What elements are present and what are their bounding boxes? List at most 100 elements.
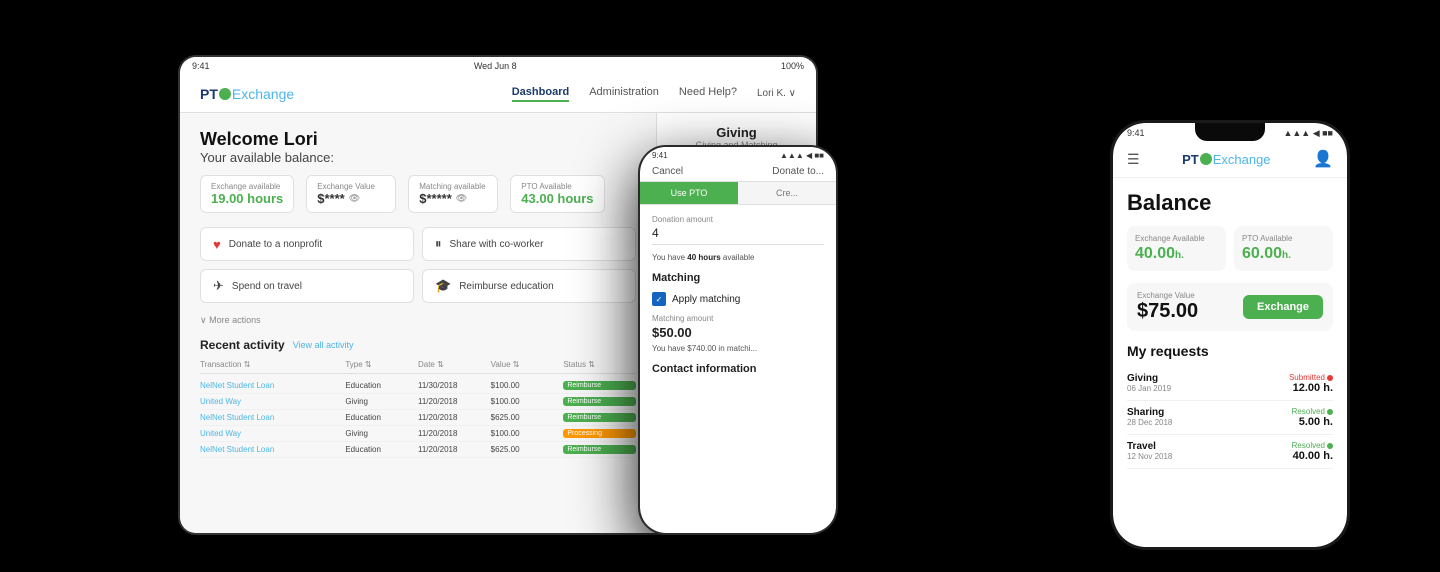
- tablet-status-bar: 9:41 Wed Jun 8 100%: [180, 57, 816, 75]
- welcome-subtitle: Your available balance:: [200, 150, 636, 165]
- table-row: NelNet Student Loan Education 11/20/2018…: [200, 442, 636, 458]
- nav-help[interactable]: Need Help?: [679, 86, 737, 102]
- balance-pto: PTO Available 43.00 hours: [510, 175, 604, 213]
- balance-exchange-value: Exchange Value $**** 👁: [306, 175, 396, 213]
- phone2-topbar: ☰ PT Exchange 👤: [1113, 145, 1347, 178]
- cancel-button[interactable]: Cancel: [652, 166, 683, 177]
- balance-exchange-available: Exchange available 19.00 hours: [200, 175, 294, 213]
- giving-title: Giving: [716, 125, 756, 140]
- action-share-label: Share with co-worker: [450, 239, 544, 250]
- phone2-body: Balance Exchange Available 40.00h. PTO A…: [1113, 178, 1347, 547]
- tab-use-pto[interactable]: Use PTO: [640, 182, 738, 204]
- tablet-nav-links: Dashboard Administration Need Help?: [512, 86, 737, 102]
- share-icon: ⏸: [435, 236, 442, 252]
- req-status-submitted: Submitted: [1289, 373, 1333, 382]
- logo-o: [219, 88, 231, 100]
- action-donate[interactable]: ♥ Donate to a nonprofit: [200, 227, 414, 261]
- logo-exchange: Exchange: [232, 86, 294, 102]
- action-education[interactable]: 🎓 Reimburse education: [422, 269, 636, 303]
- action-donate-label: Donate to a nonprofit: [229, 239, 322, 250]
- action-grid: ♥ Donate to a nonprofit ⏸ Share with co-…: [200, 227, 636, 303]
- exchange-value-card: Exchange Value $75.00 Exchange: [1127, 283, 1333, 331]
- heart-icon: ♥: [213, 237, 221, 252]
- tablet-logo: PT Exchange: [200, 86, 294, 102]
- phone2-screen: 9:41 ▲▲▲ ◀ ■■ ☰ PT Exchange 👤 Balance Ex…: [1113, 123, 1347, 547]
- table-header: Transaction ⇅ Type ⇅ Date ⇅ Value ⇅ Stat…: [200, 360, 636, 374]
- welcome-title: Welcome Lori: [200, 129, 636, 150]
- tablet-main: Welcome Lori Your available balance: Exc…: [180, 113, 656, 533]
- matching-amount-value: $50.00: [652, 325, 824, 340]
- matching-note: You have $740.00 in matchi...: [652, 344, 824, 353]
- phone1-status-bar: 9:41 ▲▲▲ ◀ ■■: [640, 147, 836, 162]
- phone2-notch: [1195, 123, 1265, 141]
- phone1-time: 9:41: [652, 151, 668, 160]
- exchange-available-label: Exchange Available: [1135, 234, 1218, 243]
- donation-amount-value[interactable]: 4: [652, 226, 824, 245]
- exchange-available-value: 40.00h.: [1135, 245, 1218, 263]
- travel-icon: ✈: [213, 278, 224, 294]
- balance-matching: Matching available $***** 👁: [408, 175, 498, 213]
- tab-cre[interactable]: Cre...: [738, 182, 836, 204]
- tablet-nav-user[interactable]: Lori K. ∨: [757, 88, 796, 99]
- tablet-time: 9:41: [192, 61, 210, 71]
- more-actions[interactable]: ∨ More actions: [200, 315, 636, 326]
- available-text: You have 40 hours available: [652, 253, 824, 262]
- balance-cards-grid: Exchange Available 40.00h. PTO Available…: [1127, 226, 1333, 271]
- person-icon[interactable]: 👤: [1313, 149, 1333, 169]
- balance-row: Exchange available 19.00 hours Exchange …: [200, 175, 636, 213]
- phone1-device: 9:41 ▲▲▲ ◀ ■■ Cancel Donate to... Use PT…: [638, 145, 838, 535]
- request-row-sharing: Sharing 28 Dec 2018 Resolved 5.00 h.: [1127, 401, 1333, 435]
- action-share[interactable]: ⏸ Share with co-worker: [422, 227, 636, 261]
- contact-info-title: Contact information: [652, 363, 824, 375]
- logo-pto: PT: [200, 86, 218, 102]
- phone1-screen: 9:41 ▲▲▲ ◀ ■■ Cancel Donate to... Use PT…: [640, 147, 836, 533]
- phone2-time: 9:41: [1127, 128, 1145, 145]
- eye-icon[interactable]: 👁: [349, 193, 360, 204]
- logo-pto-p2: PT: [1182, 152, 1199, 167]
- matching-section-title: Matching: [652, 272, 824, 284]
- phone2-logo: PT Exchange: [1182, 152, 1270, 167]
- dot-green-1: [1327, 409, 1333, 415]
- phone1-header-title: Donate to...: [772, 166, 824, 177]
- exchange-value-amount: $75.00: [1137, 300, 1198, 323]
- my-requests-title: My requests: [1127, 343, 1333, 359]
- pto-available-label: PTO Available: [1242, 234, 1325, 243]
- card-pto-available: PTO Available 60.00h.: [1234, 226, 1333, 271]
- table-row: United Way Giving 11/20/2018 $100.00 Pro…: [200, 426, 636, 442]
- apply-matching-checkbox[interactable]: ✓: [652, 292, 666, 306]
- action-travel[interactable]: ✈ Spend on travel: [200, 269, 414, 303]
- phone2-device: 9:41 ▲▲▲ ◀ ■■ ☰ PT Exchange 👤 Balance Ex…: [1110, 120, 1350, 550]
- table-row: NelNet Student Loan Education 11/30/2018…: [200, 378, 636, 394]
- table-row: NelNet Student Loan Education 11/20/2018…: [200, 410, 636, 426]
- phone1-body: Donation amount 4 You have 40 hours avai…: [640, 205, 836, 533]
- nav-dashboard[interactable]: Dashboard: [512, 86, 569, 102]
- matching-amount-label: Matching amount: [652, 314, 824, 323]
- exchange-button[interactable]: Exchange: [1243, 295, 1323, 319]
- apply-matching-row: ✓ Apply matching: [652, 292, 824, 306]
- card-exchange-available: Exchange Available 40.00h.: [1127, 226, 1226, 271]
- exchange-value-label: Exchange Value: [1137, 291, 1198, 300]
- education-icon: 🎓: [435, 278, 451, 294]
- req-status-resolved-1: Resolved: [1292, 407, 1333, 416]
- phone1-signals: ▲▲▲ ◀ ■■: [780, 151, 824, 160]
- recent-title: Recent activity: [200, 338, 285, 352]
- action-education-label: Reimburse education: [459, 281, 554, 292]
- request-row-giving: Giving 06 Jan 2019 Submitted 12.00 h.: [1127, 367, 1333, 401]
- view-all-link[interactable]: View all activity: [293, 340, 354, 350]
- logo-exchange-p2: Exchange: [1213, 152, 1271, 167]
- dot-red: [1327, 375, 1333, 381]
- req-status-resolved-2: Resolved: [1292, 441, 1333, 450]
- tablet-date: Wed Jun 8: [474, 61, 517, 71]
- logo-o-p2: [1200, 153, 1212, 165]
- apply-matching-label: Apply matching: [672, 294, 740, 305]
- eye-icon-2[interactable]: 👁: [456, 193, 467, 204]
- donation-amount-label: Donation amount: [652, 215, 824, 224]
- pto-available-value: 60.00h.: [1242, 245, 1325, 263]
- nav-administration[interactable]: Administration: [589, 86, 659, 102]
- tablet-nav: PT Exchange Dashboard Administration Nee…: [180, 75, 816, 113]
- phone1-header: Cancel Donate to...: [640, 162, 836, 182]
- recent-activity-header: Recent activity View all activity: [200, 338, 636, 352]
- tablet-battery: 100%: [781, 61, 804, 71]
- hamburger-icon[interactable]: ☰: [1127, 151, 1140, 168]
- balance-heading: Balance: [1127, 190, 1333, 216]
